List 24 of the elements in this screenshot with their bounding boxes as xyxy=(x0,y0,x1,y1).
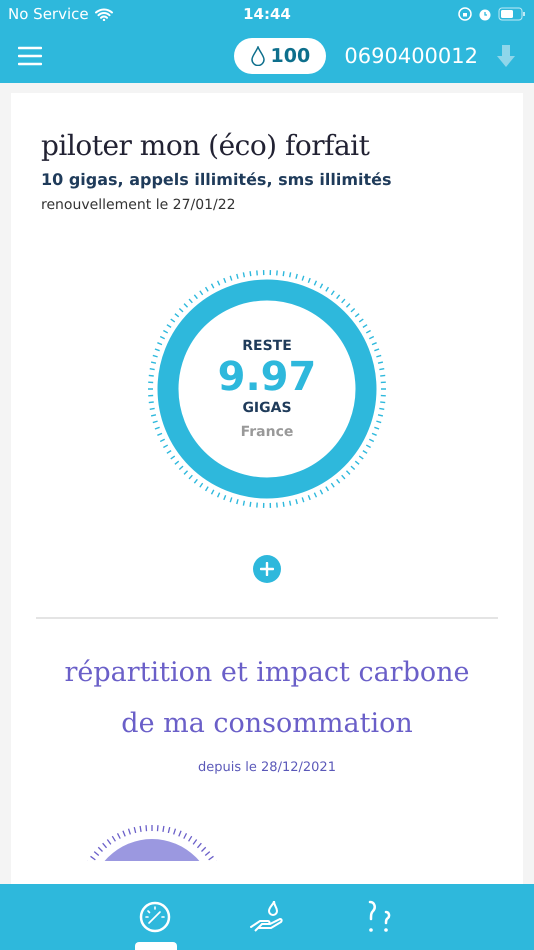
drop-icon xyxy=(250,46,265,66)
plan-summary: 10 gigas, appels illimités, sms illimités xyxy=(41,170,392,189)
zone-label: France xyxy=(240,424,294,440)
speedometer-icon xyxy=(139,901,171,933)
phone-number: 0690400012 xyxy=(344,44,478,68)
wifi-icon xyxy=(94,8,113,20)
battery-icon xyxy=(498,7,526,21)
clock-time: 14:44 xyxy=(243,5,291,23)
plan-title: piloter mon (éco) forfait xyxy=(41,129,371,162)
renewal-date: renouvellement le 27/01/22 xyxy=(41,197,237,213)
remaining-value: 9.97 xyxy=(218,354,316,400)
question-marks-icon xyxy=(366,900,392,934)
rotation-lock-icon xyxy=(458,7,472,21)
remaining-label: RESTE xyxy=(242,338,292,354)
plus-icon xyxy=(260,562,274,576)
unit-label: GIGAS xyxy=(242,400,292,416)
carrier-text: No Service xyxy=(8,5,89,23)
impact-title: répartition et impact carbone de ma consommation xyxy=(64,656,470,742)
alarm-icon xyxy=(478,7,492,21)
points-badge[interactable]: 100 xyxy=(234,38,326,74)
down-arrow-icon[interactable] xyxy=(496,44,516,68)
since-date: depuis le 28/12/2021 xyxy=(197,760,337,775)
add-button[interactable] xyxy=(253,555,281,583)
menu-icon[interactable] xyxy=(18,46,42,66)
